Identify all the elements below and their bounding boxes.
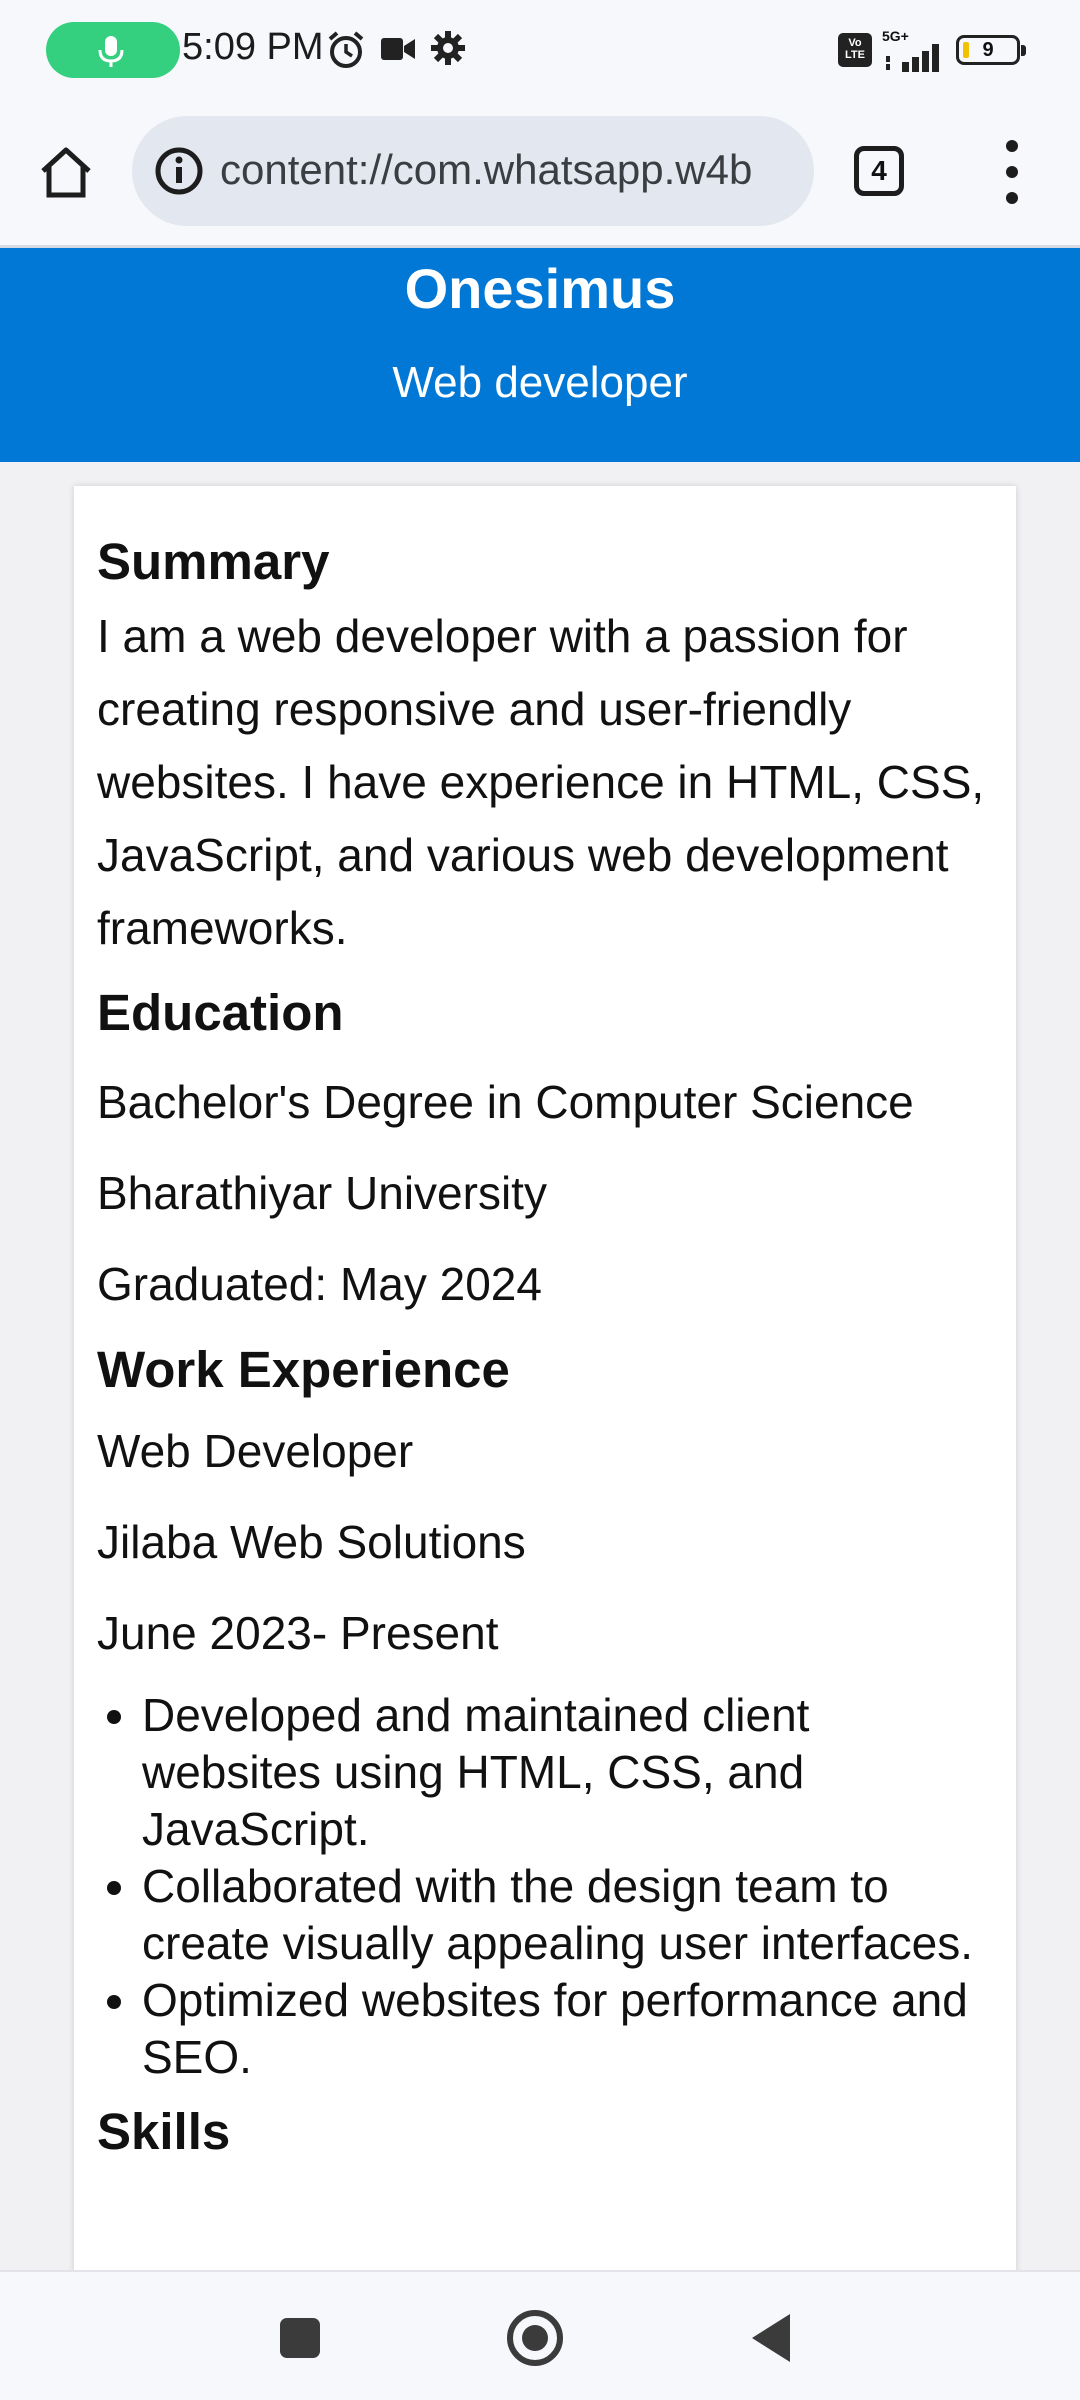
mic-icon [98,36,124,67]
mic-indicator[interactable] [46,22,180,78]
more-vert-icon [1006,140,1018,152]
education-graduated: Graduated: May 2024 [97,1258,542,1310]
summary-heading: Summary [97,533,330,590]
more-menu-button[interactable] [990,140,1034,204]
battery-level: 9 [982,39,994,61]
resume-card: Summary I am a web developer with a pass… [74,486,1016,2276]
network-status: Vo LTE 5G+ 9 [838,28,1026,72]
resume-name: Onesimus [404,257,676,320]
battery-icon: 9 [956,35,1026,65]
work-bullet: Developed and maintained client websites… [142,1687,996,1858]
home-icon [41,147,91,198]
work-title: Web Developer [97,1425,414,1477]
more-vert-dot [1006,166,1018,178]
work-bullet: Collaborated with the design team to cre… [142,1858,996,1972]
education-school: Bharathiyar University [97,1167,547,1219]
tab-count: 4 [871,155,887,186]
address-bar[interactable]: content://com.whatsapp.w4b [132,116,814,226]
signal-icon: 5G+ [882,28,946,72]
skills-heading: Skills [97,2103,231,2160]
education-degree: Bachelor's Degree in Computer Science [97,1076,914,1128]
tabs-button[interactable]: 4 [854,146,904,196]
work-bullet: Optimized websites for performance and S… [142,1972,996,2086]
system-nav-bar [0,2270,1080,2400]
home-circle-icon[interactable] [507,2310,563,2366]
work-heading: Work Experience [97,1341,510,1398]
video-camera-icon [381,38,415,60]
volte-icon: Vo LTE [838,33,872,67]
recents-square-icon[interactable] [280,2318,320,2358]
info-icon[interactable] [154,146,204,196]
resume-header: Onesimus Web developer [0,248,1080,462]
alarm-icon [328,31,364,68]
work-dates: June 2023- Present [97,1607,499,1659]
clock: 5:09 PM [182,26,324,68]
work-bullets: Developed and maintained client websites… [97,1687,996,2086]
more-vert-dot [1006,192,1018,204]
browser-toolbar: content://com.whatsapp.w4b 4 [0,110,1080,248]
status-bar: 5:09 PM Vo LTE 5G+ 9 [0,0,1080,110]
resume-role: Web developer [392,358,688,407]
home-button[interactable] [30,136,102,208]
summary-text: I am a web developer with a passion for … [97,610,985,954]
url-text[interactable]: content://com.whatsapp.w4b [220,146,800,194]
education-heading: Education [97,984,344,1041]
settings-gear-icon [431,31,465,65]
work-company: Jilaba Web Solutions [97,1516,526,1568]
back-triangle-icon[interactable] [752,2314,790,2362]
